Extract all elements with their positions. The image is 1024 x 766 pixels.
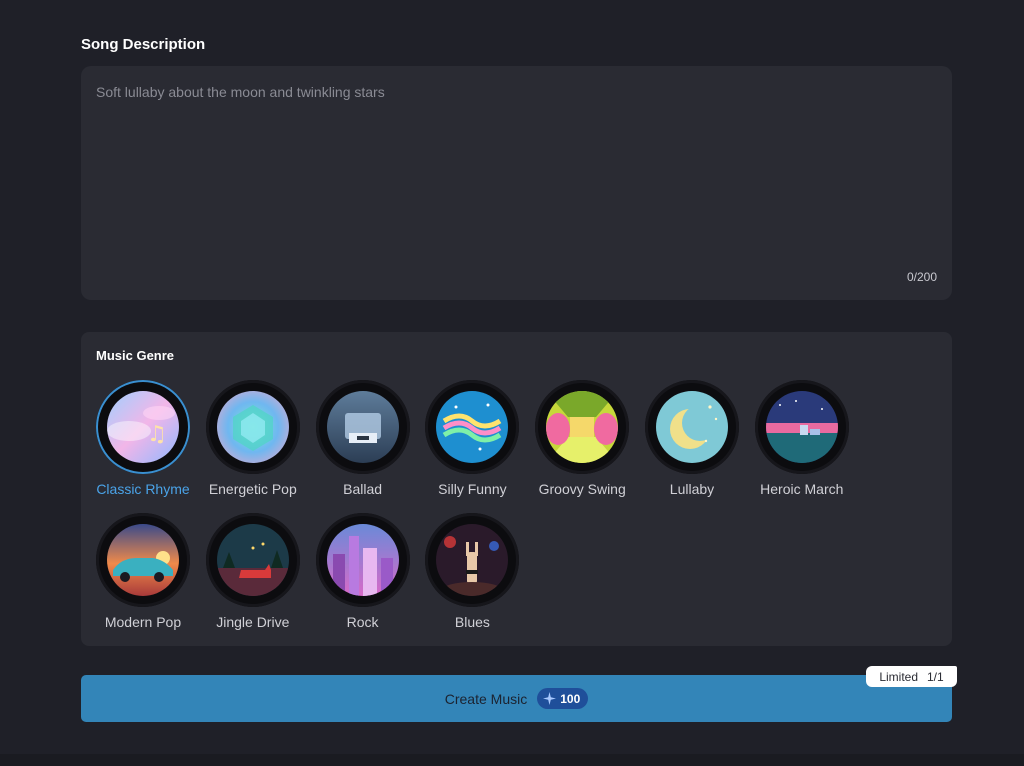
song-description-box: 0/200: [81, 66, 952, 300]
genre-label: Jingle Drive: [216, 614, 290, 630]
credit-cost-badge: 100: [537, 688, 589, 709]
holographic-cube-icon: [216, 391, 289, 463]
svg-text:♫: ♫: [147, 422, 167, 447]
retro-hallway-icon: [546, 391, 619, 463]
limited-label: Limited: [879, 669, 918, 684]
rainbow-wave-icon: [436, 391, 509, 463]
song-description-title: Song Description: [81, 36, 206, 53]
music-creator-page: Song Description 0/200 Music Genre: [0, 0, 1024, 766]
genre-ring: [425, 380, 520, 474]
genre-ring: [425, 513, 520, 607]
genre-option-ballad[interactable]: Ballad: [315, 380, 410, 513]
genre-ring: ♫: [96, 380, 190, 474]
concert-hand-icon: [436, 524, 509, 596]
genre-label: Heroic March: [760, 481, 844, 497]
pastel-music-note-icon: ♫: [107, 391, 179, 463]
genre-option-heroic-march[interactable]: Heroic March: [754, 380, 849, 513]
genre-ring: [644, 380, 739, 474]
genre-option-lullaby[interactable]: Lullaby: [644, 380, 739, 513]
genre-label: Modern Pop: [104, 614, 182, 630]
genre-ring: [205, 380, 300, 474]
genre-option-jingle-drive[interactable]: Jingle Drive: [205, 513, 300, 646]
genre-label: Rock: [346, 614, 379, 630]
genre-option-modern-pop[interactable]: Modern Pop: [96, 513, 190, 646]
crescent-moon-icon: [655, 391, 728, 463]
music-genre-panel: Music Genre ♫ Classic Rhyme Energetic Po…: [81, 332, 952, 646]
santa-sleigh-icon: [216, 524, 289, 596]
genre-option-blues[interactable]: Blues: [425, 513, 520, 646]
genre-label: Classic Rhyme: [96, 481, 190, 497]
create-music-label: Create Music: [444, 690, 528, 707]
genre-ring: [535, 380, 630, 474]
music-genre-title: Music Genre: [96, 348, 175, 363]
genre-option-classic-rhyme[interactable]: ♫ Classic Rhyme: [96, 380, 190, 513]
genre-ring: [315, 380, 410, 474]
genre-label: Blues: [454, 614, 490, 630]
create-music-button[interactable]: Create Music 100: [81, 675, 952, 722]
genre-option-silly-funny[interactable]: Silly Funny: [425, 380, 520, 513]
genre-option-groovy-swing[interactable]: Groovy Swing: [535, 380, 630, 513]
genre-label: Energetic Pop: [208, 481, 297, 497]
classic-car-sunset-icon: [107, 524, 179, 596]
sparkle-icon: [543, 692, 557, 705]
genre-label: Ballad: [343, 481, 383, 497]
genre-option-energetic-pop[interactable]: Energetic Pop: [205, 380, 300, 513]
genre-option-rock[interactable]: Rock: [315, 513, 410, 646]
pixel-castle-icon: [765, 391, 838, 463]
bottom-edge: [0, 754, 1024, 766]
character-counter: 0/200: [906, 270, 937, 284]
genre-ring: [315, 513, 410, 607]
genre-label: Lullaby: [669, 481, 715, 497]
genre-ring: [754, 380, 849, 474]
song-description-input[interactable]: [96, 84, 926, 254]
limited-count: 1/1: [927, 669, 944, 684]
genre-label: Groovy Swing: [538, 481, 626, 497]
genre-ring: [205, 513, 300, 607]
credit-value: 100: [560, 691, 581, 706]
neon-city-icon: [326, 524, 399, 596]
genre-ring: [96, 513, 190, 607]
genre-grid: ♫ Classic Rhyme Energetic Pop Ballad Sil…: [96, 380, 936, 646]
limited-badge: Limited 1/1: [866, 666, 957, 687]
genre-label: Silly Funny: [438, 481, 507, 497]
frosted-window-icon: [326, 391, 399, 463]
